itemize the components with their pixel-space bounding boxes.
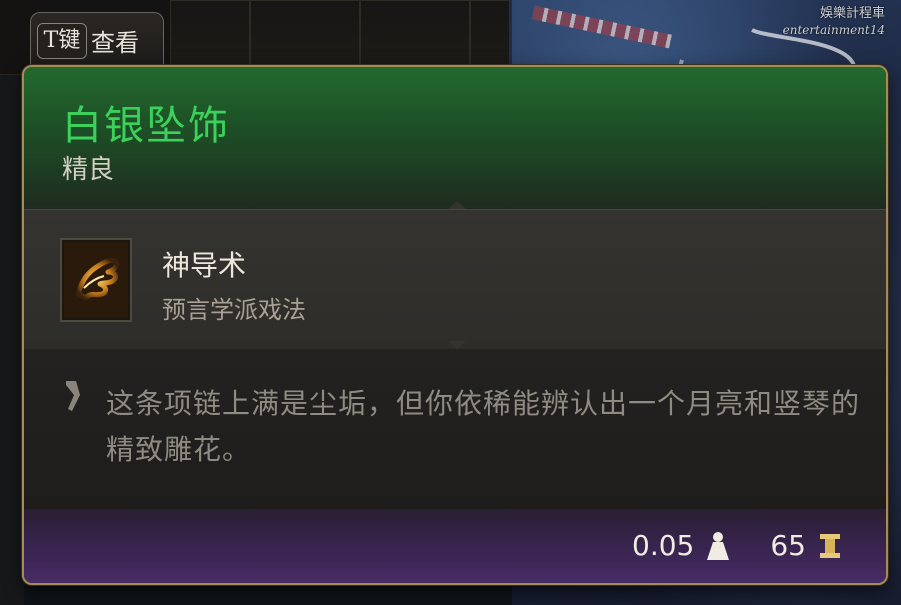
item-rarity: 精良: [62, 155, 115, 185]
weight-icon: [707, 531, 730, 560]
background-left-strip: [0, 0, 24, 605]
watermark: 娛樂計程車 entertainment14: [783, 6, 885, 38]
inventory-slot[interactable]: [360, 0, 470, 70]
inspect-key-hint[interactable]: T键 查看: [30, 12, 164, 68]
tooltip-header: 白银坠饰 精良: [24, 67, 886, 209]
inventory-slot[interactable]: [470, 0, 510, 70]
inventory-slot[interactable]: [250, 0, 360, 70]
item-value: 65: [770, 529, 806, 562]
item-tooltip: 白银坠饰 精良 神导术 预言学派戏法 这条项链上满是尘垢，但你依稀能辨认出一个月…: [22, 65, 888, 585]
item-stats: 0.05 65: [632, 529, 844, 562]
section-divider-notch: [448, 341, 466, 349]
description-quote-icon: [66, 381, 80, 411]
spell-school: 预言学派戏法: [162, 296, 306, 324]
section-divider-notch: [448, 201, 466, 209]
item-description: 这条项链上满是尘垢，但你依稀能辨认出一个月亮和竖琴的精致雕花。: [106, 387, 861, 466]
gold-icon: [820, 533, 840, 558]
guidance-hand-icon[interactable]: [60, 238, 132, 322]
description-section: 这条项链上满是尘垢，但你依稀能辨认出一个月亮和竖琴的精致雕花。: [24, 349, 886, 509]
granted-spell-section: 神导术 预言学派戏法: [24, 209, 886, 349]
spell-name: 神导术: [162, 249, 247, 282]
item-name: 白银坠饰: [62, 103, 230, 149]
tooltip-footer: 0.05 65: [24, 509, 886, 583]
watermark-cn: 娛樂計程車: [819, 6, 885, 21]
inspect-label: 查看: [91, 29, 139, 57]
watermark-en: entertainment14: [782, 23, 885, 37]
item-weight: 0.05: [632, 529, 695, 562]
inventory-slot[interactable]: [170, 0, 250, 70]
keycap-t: T键: [37, 22, 87, 59]
